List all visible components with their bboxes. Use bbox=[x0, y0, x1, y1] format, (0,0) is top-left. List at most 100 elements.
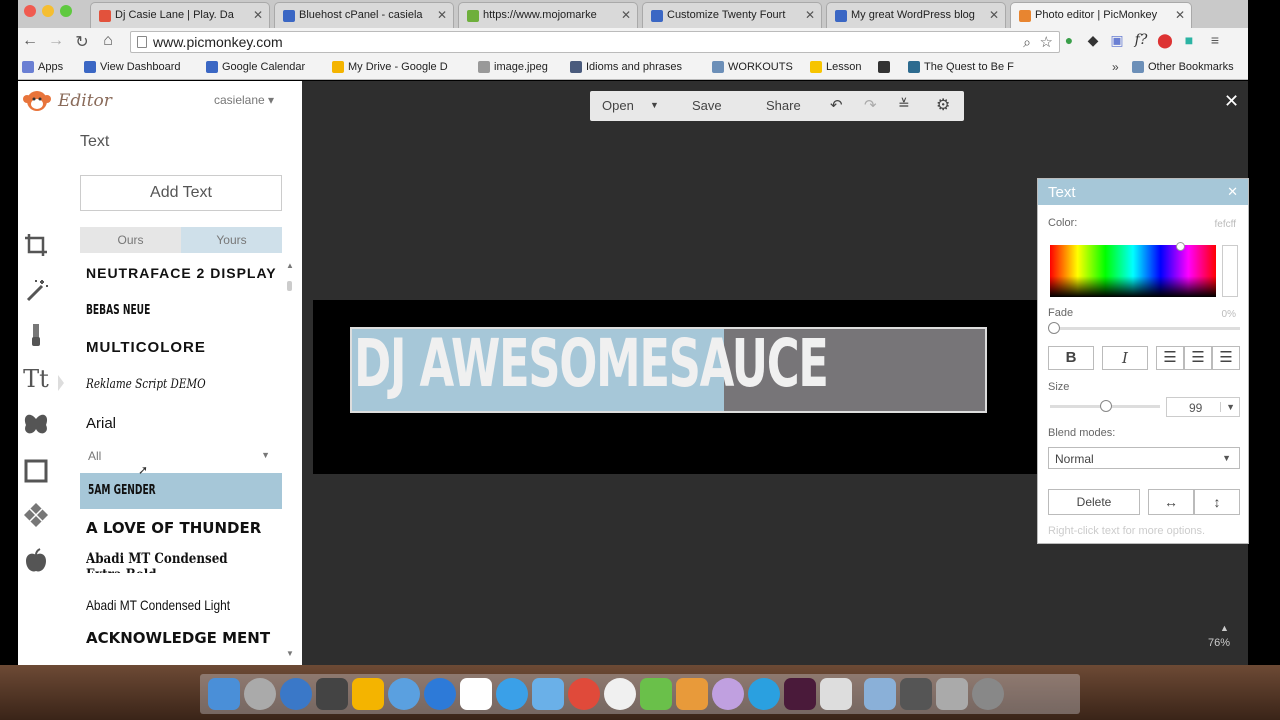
itunes-icon[interactable] bbox=[496, 678, 528, 710]
browser-tab[interactable]: Dj Casie Lane | Play. Da ✕ bbox=[90, 2, 270, 28]
texture-icon[interactable] bbox=[22, 501, 50, 529]
tab-close-icon[interactable]: ✕ bbox=[621, 8, 631, 22]
size-slider-handle[interactable] bbox=[1100, 400, 1112, 412]
more-bookmarks-icon[interactable]: » bbox=[1112, 60, 1119, 74]
chevron-down-icon[interactable]: ▼ bbox=[1220, 402, 1235, 412]
bold-button[interactable]: B bbox=[1048, 346, 1094, 370]
save-button[interactable]: Save bbox=[692, 98, 722, 113]
finder-icon[interactable] bbox=[208, 678, 240, 710]
safari-icon[interactable] bbox=[388, 678, 420, 710]
close-editor-icon[interactable]: ✕ bbox=[1224, 91, 1239, 112]
app-icon[interactable] bbox=[900, 678, 932, 710]
search-icon[interactable]: ⌕ bbox=[1023, 34, 1031, 51]
star-icon[interactable]: ☆ bbox=[1040, 33, 1053, 51]
color-hex-value[interactable]: fefcff bbox=[1215, 219, 1237, 230]
back-icon[interactable]: ← bbox=[20, 32, 40, 50]
browser-tab[interactable]: https://www.mojomarke ✕ bbox=[458, 2, 638, 28]
shield-icon[interactable]: ◆ bbox=[1084, 32, 1102, 50]
undo-icon[interactable]: ↶ bbox=[830, 96, 843, 114]
font-item[interactable]: Abadi MT Condensed Light bbox=[86, 597, 230, 613]
bookmark-item[interactable]: Lesson bbox=[810, 61, 861, 73]
fade-slider[interactable] bbox=[1048, 322, 1240, 334]
browser-tab[interactable]: My great WordPress blog ✕ bbox=[826, 2, 1006, 28]
butterfly-icon[interactable] bbox=[22, 411, 50, 439]
forward-icon[interactable]: → bbox=[46, 32, 66, 50]
text-layer[interactable]: DJ AWESOMESAUCE bbox=[350, 325, 987, 413]
extension-icon[interactable]: ■ bbox=[1180, 32, 1198, 50]
home-icon[interactable]: ⌂ bbox=[98, 32, 118, 50]
align-center-icon[interactable]: ☰ bbox=[1184, 346, 1212, 370]
indesign-icon[interactable] bbox=[784, 678, 816, 710]
align-left-icon[interactable]: ☰ bbox=[1156, 346, 1184, 370]
pinterest-icon[interactable]: ⬤ bbox=[1156, 32, 1174, 50]
browser-tab-active[interactable]: Photo editor | PicMonkey ✕ bbox=[1010, 2, 1192, 28]
image-canvas[interactable]: DJ AWESOMESAUCE bbox=[313, 300, 1053, 474]
bookmark-item[interactable]: Google Calendar bbox=[206, 61, 305, 73]
font-item-selected[interactable]: 5AM GENDER bbox=[80, 473, 282, 509]
share-button[interactable]: Share bbox=[766, 98, 801, 113]
app-store-icon[interactable] bbox=[424, 678, 456, 710]
chrome-icon[interactable] bbox=[568, 678, 600, 710]
frame-icon[interactable] bbox=[22, 457, 50, 485]
folder-icon[interactable] bbox=[864, 678, 896, 710]
tab-yours[interactable]: Yours bbox=[181, 227, 282, 253]
google-drive-icon[interactable] bbox=[352, 678, 384, 710]
bookmark-folder[interactable]: WORKOUTS bbox=[712, 61, 793, 73]
menu-icon[interactable]: ≡ bbox=[1206, 32, 1224, 50]
font-item[interactable]: BEBAS NEUE bbox=[86, 303, 150, 318]
bookmark-folder[interactable]: Other Bookmarks bbox=[1132, 61, 1234, 73]
tab-close-icon[interactable]: ✕ bbox=[989, 8, 999, 22]
crop-icon[interactable] bbox=[22, 231, 50, 259]
close-window-button[interactable] bbox=[24, 5, 36, 17]
address-bar[interactable]: www.picmonkey.com ⌕ ☆ bbox=[130, 31, 1060, 53]
scroll-down-icon[interactable]: ▼ bbox=[286, 649, 294, 658]
maximize-window-button[interactable] bbox=[60, 5, 72, 17]
facetime-icon[interactable] bbox=[280, 678, 312, 710]
gear-icon[interactable]: ⚙ bbox=[936, 95, 950, 115]
blend-mode-select[interactable]: Normal ▼ bbox=[1048, 447, 1240, 469]
redo-icon[interactable]: ↷ bbox=[864, 96, 877, 114]
font-list-scrollbar[interactable]: ▲ ▼ bbox=[286, 261, 294, 661]
bookmark-item[interactable]: My Drive - Google D bbox=[332, 61, 448, 73]
apple-icon[interactable] bbox=[22, 547, 50, 575]
extension-icon[interactable]: ▣ bbox=[1108, 32, 1126, 50]
align-right-icon[interactable]: ☰ bbox=[1212, 346, 1240, 370]
calendar-icon[interactable] bbox=[460, 678, 492, 710]
extension-icon[interactable]: ● bbox=[1060, 32, 1078, 50]
font-item[interactable]: Abadi MT Condensed Extra Bold bbox=[86, 551, 248, 573]
color-swatch[interactable] bbox=[1222, 245, 1238, 297]
bookmark-apps[interactable]: Apps bbox=[22, 61, 63, 73]
font-item[interactable]: MULTICOLORE bbox=[86, 339, 206, 356]
zoom-level[interactable]: 76% bbox=[1208, 637, 1230, 649]
open-button[interactable]: Open bbox=[602, 98, 634, 113]
app-icon[interactable] bbox=[820, 678, 852, 710]
font-item[interactable]: A LOVE OF THUNDER bbox=[86, 519, 261, 537]
add-text-button[interactable]: Add Text bbox=[80, 175, 282, 211]
scroll-up-icon[interactable]: ▲ bbox=[286, 261, 294, 270]
reload-icon[interactable]: ↻ bbox=[72, 32, 92, 52]
bookmark-item[interactable]: The Quest to Be F bbox=[908, 61, 1014, 73]
photos-icon[interactable] bbox=[604, 678, 636, 710]
minimize-window-button[interactable] bbox=[42, 5, 54, 17]
fade-slider-handle[interactable] bbox=[1048, 322, 1060, 334]
app-icon[interactable] bbox=[936, 678, 968, 710]
zoom-up-icon[interactable]: ▲ bbox=[1220, 623, 1229, 633]
bookmark-item[interactable]: image.jpeg bbox=[478, 61, 548, 73]
layers-icon[interactable]: ≚ bbox=[898, 96, 910, 113]
color-spectrum-picker[interactable] bbox=[1050, 242, 1216, 297]
italic-button[interactable]: I bbox=[1102, 346, 1148, 370]
scroll-thumb[interactable] bbox=[287, 281, 292, 291]
brush-icon[interactable] bbox=[22, 321, 50, 349]
color-picker-handle[interactable] bbox=[1176, 242, 1185, 251]
font-item[interactable]: NEUTRAFACE 2 DISPLAY bbox=[86, 265, 277, 281]
trash-icon[interactable] bbox=[972, 678, 1004, 710]
size-input[interactable]: 99 ▼ bbox=[1166, 397, 1240, 417]
bookmark-item[interactable]: Idioms and phrases bbox=[570, 61, 682, 73]
browser-tab[interactable]: Bluehost cPanel - casiela ✕ bbox=[274, 2, 454, 28]
tab-close-icon[interactable]: ✕ bbox=[805, 8, 815, 22]
app-icon[interactable] bbox=[712, 678, 744, 710]
flip-vertical-icon[interactable]: ↕ bbox=[1194, 489, 1240, 515]
text-tool-icon[interactable]: Tt bbox=[22, 365, 50, 393]
font-extension-icon[interactable]: f? bbox=[1132, 32, 1150, 50]
chevron-down-icon[interactable]: ▼ bbox=[650, 100, 659, 110]
